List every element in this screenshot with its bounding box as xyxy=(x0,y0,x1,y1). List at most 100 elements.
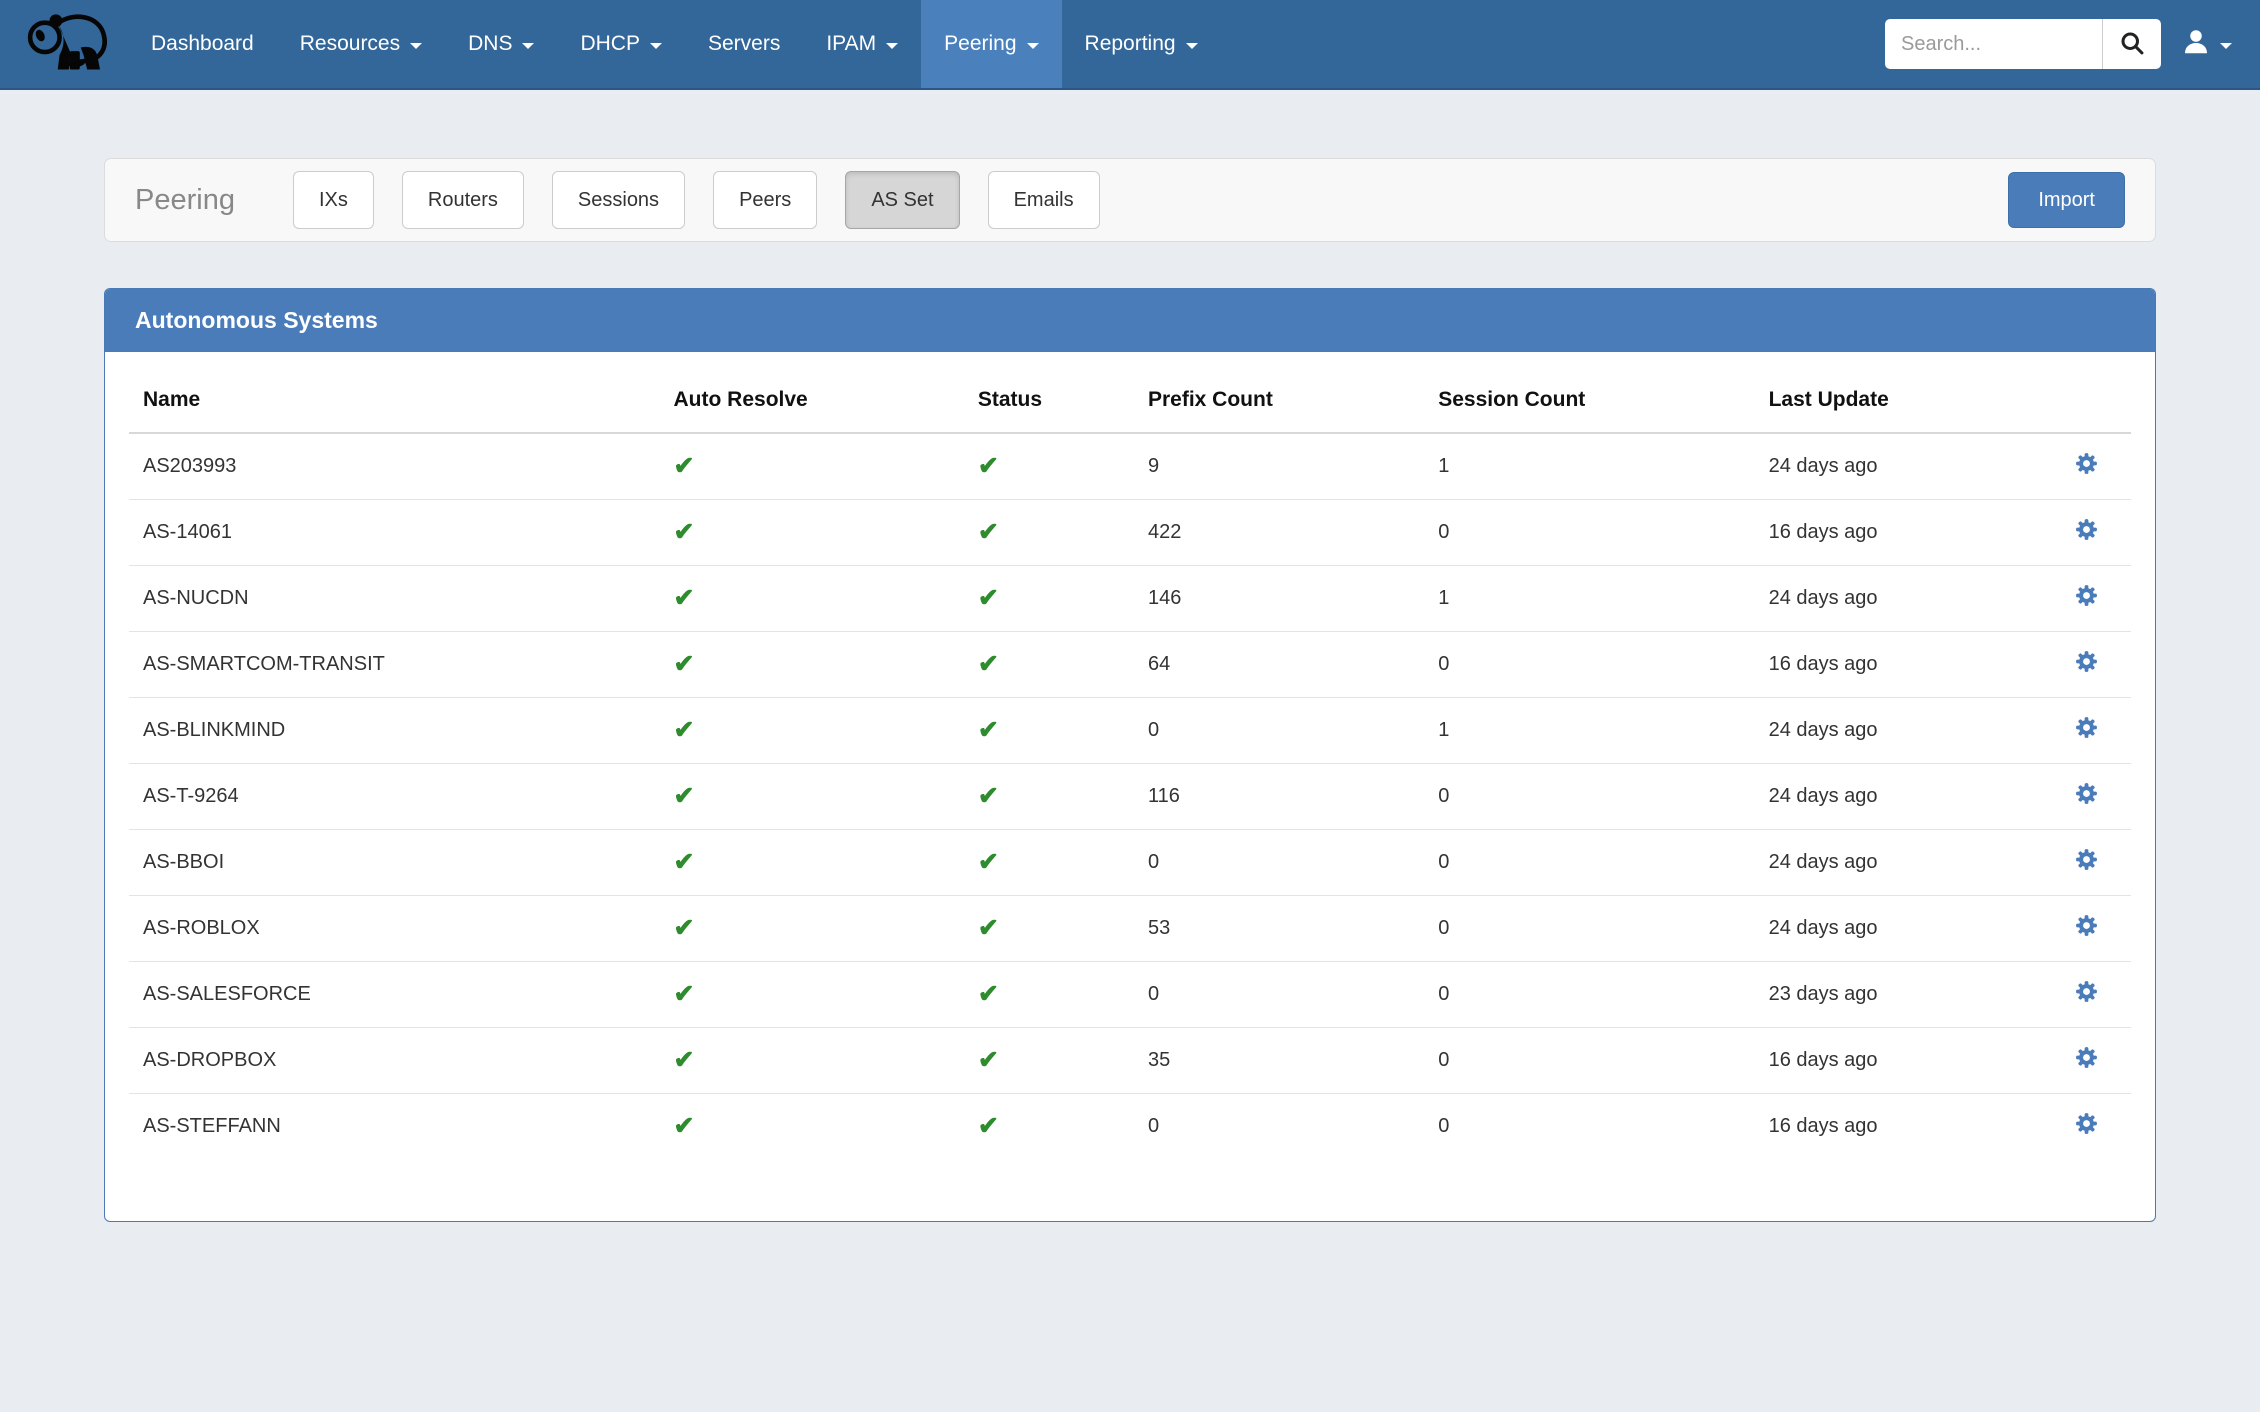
nav-item-label: IPAM xyxy=(826,32,877,55)
gear-icon xyxy=(2074,980,2099,1007)
row-settings-button[interactable] xyxy=(2074,847,2099,872)
nav-item-label: DHCP xyxy=(580,32,640,55)
prefix-count: 53 xyxy=(1133,895,1425,962)
session-count: 0 xyxy=(1424,631,1755,698)
as-name: AS-ROBLOX xyxy=(129,895,660,962)
session-count: 0 xyxy=(1424,961,1755,1028)
row-settings-button[interactable] xyxy=(2074,979,2099,1004)
prefix-count: 0 xyxy=(1133,829,1425,896)
gear-icon xyxy=(2074,782,2099,809)
nav-item-servers[interactable]: Servers xyxy=(685,0,803,88)
last-update: 16 days ago xyxy=(1754,499,2021,566)
last-update: 23 days ago xyxy=(1754,961,2021,1028)
last-update: 24 days ago xyxy=(1754,433,2021,500)
check-icon: ✔ xyxy=(977,452,999,481)
panel-title: Autonomous Systems xyxy=(105,289,2155,352)
check-icon: ✔ xyxy=(977,584,999,612)
row-settings-button[interactable] xyxy=(2074,583,2099,608)
row-settings-button[interactable] xyxy=(2074,451,2099,476)
user-menu[interactable] xyxy=(2181,27,2232,62)
gear-icon xyxy=(2074,848,2099,875)
check-icon: ✔ xyxy=(977,848,999,876)
search-button[interactable] xyxy=(2103,19,2161,69)
column-header-session-count: Session Count xyxy=(1424,352,1755,434)
chevron-down-icon xyxy=(649,42,662,49)
session-count: 0 xyxy=(1424,895,1755,962)
row-settings-button[interactable] xyxy=(2074,1111,2099,1136)
column-header-prefix-count: Prefix Count xyxy=(1133,352,1425,434)
last-update: 24 days ago xyxy=(1754,895,2021,962)
gear-icon xyxy=(2074,518,2099,545)
toolbar-button-routers[interactable]: Routers xyxy=(401,171,524,229)
session-count: 1 xyxy=(1424,433,1755,500)
nav-item-peering[interactable]: Peering xyxy=(921,0,1062,88)
check-icon: ✔ xyxy=(673,584,695,612)
row-settings-button[interactable] xyxy=(2074,781,2099,806)
gear-icon xyxy=(2074,1046,2099,1073)
as-name: AS-STEFFANN xyxy=(143,1114,281,1137)
nav-item-label: Peering xyxy=(944,32,1017,55)
check-icon: ✔ xyxy=(673,848,695,876)
table-row: AS203993 ✔ ✔ 9 1 24 days ago xyxy=(129,433,2131,500)
nav-item-ipam[interactable]: IPAM xyxy=(803,0,921,88)
row-settings-button[interactable] xyxy=(2074,715,2099,740)
nav-item-reporting[interactable]: Reporting xyxy=(1062,0,1221,88)
table-row: AS-STEFFANN ✔ ✔ 0 0 16 days ago xyxy=(129,1093,2131,1159)
chevron-down-icon xyxy=(1026,42,1039,49)
row-settings-button[interactable] xyxy=(2074,1045,2099,1070)
last-update: 16 days ago xyxy=(1754,631,2021,698)
nav-item-dashboard[interactable]: Dashboard xyxy=(128,0,277,88)
table-wrap: Name Auto Resolve Status Prefix Count Sessio… xyxy=(105,352,2155,1221)
prefix-count: 422 xyxy=(1133,499,1425,566)
chevron-down-icon xyxy=(2220,42,2232,49)
session-count: 1 xyxy=(1424,697,1755,764)
column-header-name: Name xyxy=(129,352,660,434)
search-icon xyxy=(2118,29,2146,60)
table-row: AS-NUCDN ✔ ✔ 146 1 24 days ago xyxy=(129,565,2131,632)
toolbar-button-as-set[interactable]: AS Set xyxy=(845,171,960,229)
import-button[interactable]: Import xyxy=(2008,172,2125,228)
nav-item-dns[interactable]: DNS xyxy=(445,0,557,88)
check-icon: ✔ xyxy=(977,716,999,744)
check-icon: ✔ xyxy=(977,650,999,678)
table-row: AS-14061 ✔ ✔ 422 0 16 days ago xyxy=(129,499,2131,566)
nav-items: Dashboard Resources DNS DHCP Servers IPA… xyxy=(128,0,1221,88)
row-settings-button[interactable] xyxy=(2074,517,2099,542)
top-navbar: Dashboard Resources DNS DHCP Servers IPA… xyxy=(0,0,2260,90)
gear-icon xyxy=(2074,452,2099,479)
row-settings-button[interactable] xyxy=(2074,649,2099,674)
check-icon: ✔ xyxy=(977,914,999,942)
table-row: AS-ROBLOX ✔ ✔ 53 0 24 days ago xyxy=(129,895,2131,962)
prefix-count: 0 xyxy=(1133,961,1425,1028)
session-count: 1 xyxy=(1424,565,1755,632)
toolbar-button-ixs[interactable]: IXs xyxy=(292,171,374,229)
table-header-row: Name Auto Resolve Status Prefix Count Sessio… xyxy=(129,352,2131,434)
check-icon: ✔ xyxy=(977,782,999,810)
check-icon: ✔ xyxy=(977,980,999,1008)
as-name: AS-NUCDN xyxy=(129,565,660,632)
toolbar-button-sessions[interactable]: Sessions xyxy=(551,171,686,229)
toolbar-buttons: IXs Routers Sessions Peers AS Set Emails xyxy=(292,171,1128,229)
nav-item-resources[interactable]: Resources xyxy=(277,0,445,88)
row-settings-button[interactable] xyxy=(2074,913,2099,938)
search-input[interactable] xyxy=(1885,19,2103,69)
check-icon: ✔ xyxy=(673,1112,695,1141)
table-body: AS203993 ✔ ✔ 9 1 24 days ago AS-14061 ✔ … xyxy=(129,433,2131,1159)
peering-toolbar: Peering IXs Routers Sessions Peers AS Set Ema… xyxy=(104,158,2156,242)
session-count: 0 xyxy=(1424,829,1755,896)
prefix-count: 116 xyxy=(1133,763,1425,830)
toolbar-button-peers[interactable]: Peers xyxy=(713,171,818,229)
panda-logo-icon xyxy=(20,7,112,81)
last-update: 16 days ago xyxy=(1768,1114,1878,1137)
user-icon xyxy=(2181,27,2211,62)
gear-icon xyxy=(2074,1112,2099,1139)
prefix-count: 0 xyxy=(1133,697,1425,764)
nav-item-dhcp[interactable]: DHCP xyxy=(557,0,685,88)
column-header-status: Status xyxy=(963,352,1134,434)
nav-item-label: Dashboard xyxy=(151,32,254,55)
toolbar-button-emails[interactable]: Emails xyxy=(987,171,1100,229)
session-count: 0 xyxy=(1424,499,1755,566)
brand-logo[interactable] xyxy=(0,0,128,88)
prefix-count: 9 xyxy=(1133,433,1425,500)
prefix-count: 0 xyxy=(1147,1114,1160,1137)
